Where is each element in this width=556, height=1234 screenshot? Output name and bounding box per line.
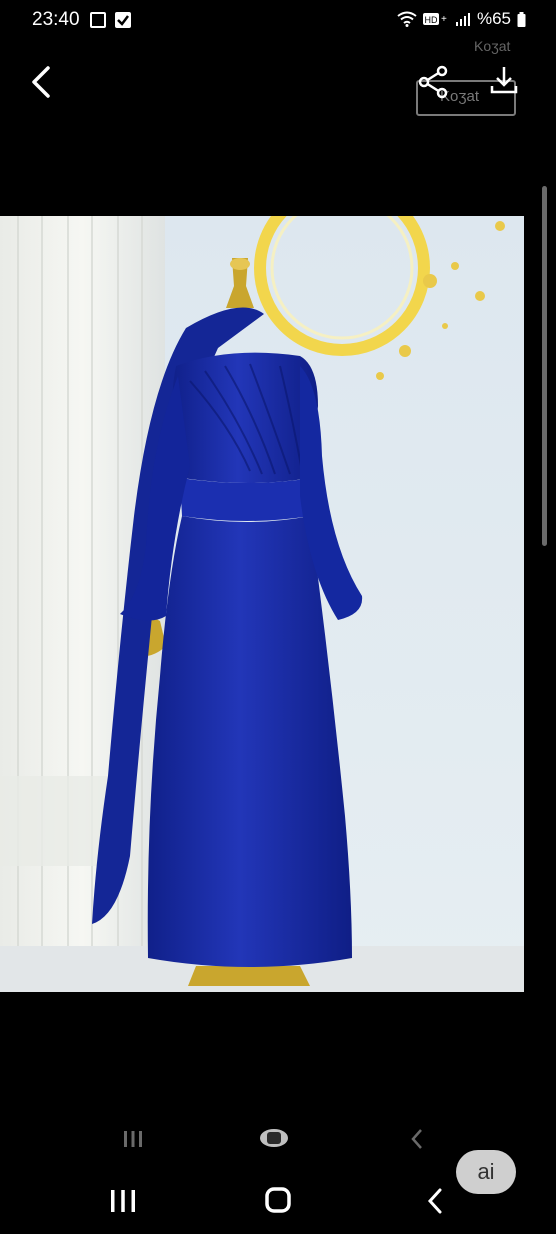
- battery-percent: %65: [476, 9, 511, 28]
- status-time: 23:40: [32, 9, 80, 30]
- svg-text:HD: HD: [424, 15, 437, 25]
- wifi-icon: [397, 11, 417, 27]
- inner-back-icon: [411, 1129, 422, 1149]
- home-button[interactable]: [264, 1186, 292, 1214]
- signal-icon: [455, 13, 470, 26]
- back-icon: [427, 1188, 442, 1214]
- recents-icon: [111, 1190, 135, 1212]
- recents-button[interactable]: [108, 1188, 138, 1214]
- home-icon: [265, 1187, 291, 1213]
- scrollbar-thumb[interactable]: [542, 186, 547, 546]
- status-right-cluster: HD + %65: [397, 9, 526, 29]
- back-nav-button[interactable]: [424, 1186, 446, 1216]
- inner-home-icon: [260, 1129, 288, 1147]
- dress-photo: [0, 216, 524, 992]
- download-icon: [490, 67, 518, 94]
- share-button[interactable]: [414, 64, 454, 100]
- download-button[interactable]: [484, 64, 524, 100]
- photo-view[interactable]: [0, 216, 524, 992]
- ai-button[interactable]: ai: [456, 1150, 516, 1194]
- battery-icon: [517, 11, 526, 27]
- status-bar: 23:40 HD + %65: [0, 0, 556, 42]
- inner-recents-icon: [124, 1131, 142, 1147]
- check-icon: [115, 12, 131, 28]
- svg-text:+: +: [441, 14, 447, 25]
- gallery-icon: [90, 12, 106, 28]
- watermark-text-top: Koʒat: [474, 38, 511, 54]
- hd-plus-icon: HD +: [422, 13, 447, 25]
- back-button[interactable]: [24, 62, 60, 102]
- share-icon: [418, 65, 448, 99]
